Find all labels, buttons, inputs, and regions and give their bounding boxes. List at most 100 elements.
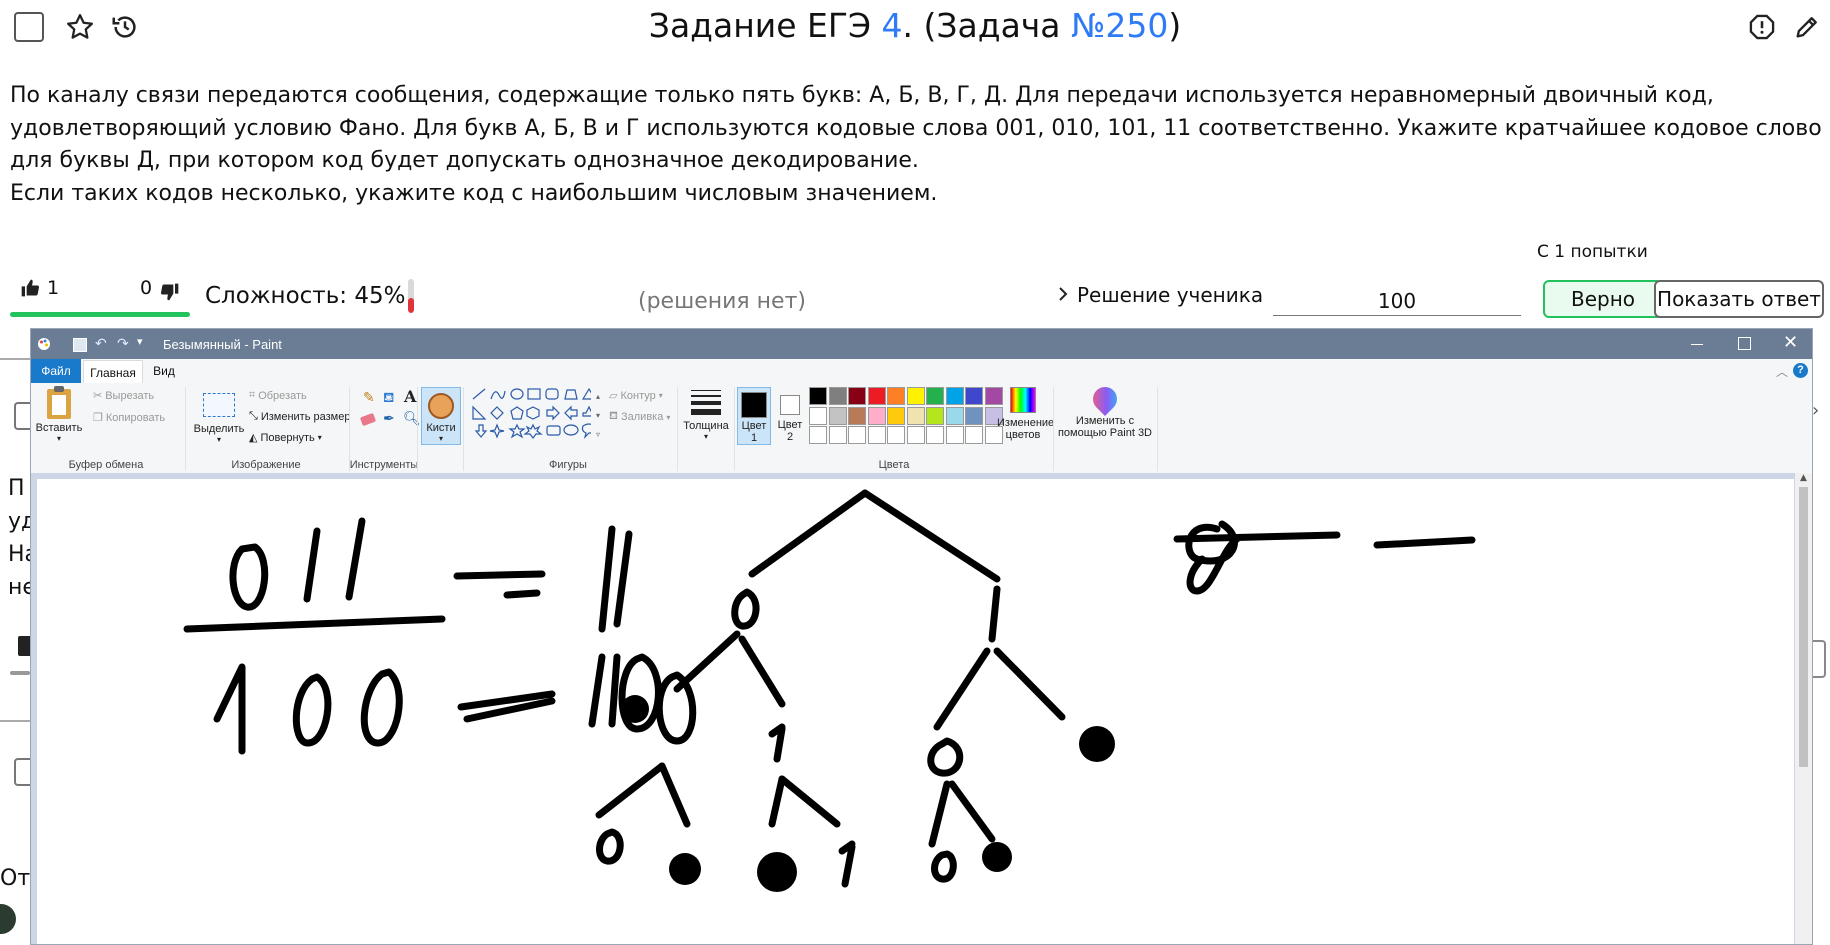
- close-icon[interactable]: ✕: [1783, 332, 1798, 353]
- leaf-000: [596, 828, 624, 865]
- size-label: Толщина: [683, 420, 729, 432]
- fill-bucket-icon[interactable]: ⛾: [383, 389, 394, 408]
- color1-button[interactable]: Цвет 1: [737, 387, 771, 445]
- palette-swatch[interactable]: [926, 406, 944, 425]
- palette-swatch[interactable]: [887, 426, 905, 444]
- report-icon[interactable]: [1745, 10, 1779, 44]
- palette-swatch[interactable]: [945, 387, 964, 405]
- text-tool-icon[interactable]: A: [404, 387, 416, 406]
- quick-undo-icon[interactable]: ↶: [95, 335, 107, 352]
- palette-swatch[interactable]: [887, 406, 905, 425]
- palette-swatch[interactable]: [945, 406, 964, 425]
- scroll-thumb[interactable]: [1799, 487, 1808, 767]
- paint-titlebar[interactable]: ↶ ↷ ▾ Безымянный - Paint ✕: [31, 329, 1812, 359]
- color-picker-icon[interactable]: ✒: [383, 410, 395, 427]
- correct-button[interactable]: Верно: [1543, 280, 1663, 318]
- outline-button[interactable]: ▱ Контур ▾: [609, 389, 663, 403]
- tab-home[interactable]: Главная: [83, 360, 143, 385]
- edge-1-left: [933, 647, 991, 731]
- crop-button[interactable]: ⌗ Обрезать: [249, 389, 307, 402]
- resize-button[interactable]: ⤡ Изменить размер: [249, 410, 350, 423]
- minimize-icon[interactable]: [1691, 338, 1705, 350]
- palette-swatch[interactable]: [828, 426, 847, 444]
- rotate-icon: ◭: [249, 432, 258, 444]
- page-title: Задание ЕГЭ 4. (Задача №250): [0, 6, 1830, 45]
- palette-swatch[interactable]: [906, 426, 925, 444]
- line-width-icon: [691, 390, 721, 415]
- answer-input[interactable]: 100: [1273, 289, 1521, 316]
- thumbs-down-icon[interactable]: [158, 279, 182, 305]
- copy-button[interactable]: ❐ Копировать: [93, 411, 165, 425]
- quick-save-icon[interactable]: [73, 338, 87, 352]
- student-solution-toggle[interactable]: Решение ученика: [1057, 283, 1263, 307]
- palette-swatch[interactable]: [848, 387, 866, 405]
- shapes-gallery[interactable]: [471, 387, 597, 445]
- edit-colors-label-2: цветов: [1005, 429, 1041, 441]
- magnifier-icon[interactable]: 🔍︎: [403, 410, 421, 427]
- brushes-button[interactable]: Кисти ▾: [421, 387, 461, 445]
- vertical-scrollbar[interactable]: ▲: [1795, 473, 1812, 944]
- tab-file[interactable]: Файл: [31, 359, 81, 383]
- scroll-up-icon[interactable]: ▲: [1795, 473, 1812, 483]
- fill-button[interactable]: ⛾ Заливка ▾: [609, 410, 670, 424]
- palette-swatch[interactable]: [809, 406, 827, 425]
- palette-swatch[interactable]: [867, 387, 886, 405]
- palette-swatch[interactable]: [828, 387, 847, 405]
- shapes-scroll-icon[interactable]: ▴ ▾ ▿: [593, 387, 603, 445]
- edit-pencil-icon[interactable]: [1790, 10, 1824, 44]
- palette-swatch[interactable]: [867, 426, 886, 444]
- cut-label: Вырезать: [105, 389, 155, 402]
- palette-swatch[interactable]: [926, 387, 944, 405]
- palette-swatch[interactable]: [945, 426, 964, 444]
- palette-swatch[interactable]: [926, 426, 944, 444]
- ribbon-collapse-icon[interactable]: ︿: [1776, 363, 1788, 380]
- palette-swatch[interactable]: [809, 426, 827, 444]
- maximize-icon[interactable]: [1738, 337, 1751, 350]
- problem-paragraph-2: Если таких кодов несколько, укажите код …: [10, 180, 938, 206]
- palette-swatch[interactable]: [867, 406, 886, 425]
- task-number-link[interactable]: 4: [882, 6, 903, 45]
- palette-swatch[interactable]: [965, 426, 983, 444]
- student-solution-label: Решение ученика: [1077, 283, 1264, 307]
- crop-icon: ⌗: [249, 389, 256, 401]
- background-fab: [0, 904, 16, 934]
- edit-colors-button[interactable]: Изменение цветов: [997, 387, 1054, 445]
- paste-button[interactable]: Вставить ▾: [35, 386, 83, 445]
- problem-number-link[interactable]: №250: [1071, 6, 1168, 45]
- help-icon[interactable]: ?: [1793, 363, 1808, 378]
- palette-swatch[interactable]: [809, 387, 827, 405]
- digit-1-bottom: [213, 663, 246, 755]
- palette-swatch[interactable]: [887, 387, 905, 405]
- palette-swatch[interactable]: [906, 387, 925, 405]
- fill-label: Заливка: [621, 411, 664, 423]
- cut-button[interactable]: ✂ Вырезать: [93, 389, 155, 403]
- tree-root-left: [748, 489, 869, 578]
- palette-swatch[interactable]: [828, 406, 847, 425]
- rotate-button[interactable]: ◭ Повернуть ▾: [249, 431, 322, 445]
- select-button[interactable]: Выделить ▾: [191, 387, 247, 445]
- paint-window[interactable]: ↶ ↷ ▾ Безымянный - Paint ✕ Файл Главная …: [30, 328, 1813, 945]
- tab-view[interactable]: Вид: [145, 359, 183, 383]
- quick-redo-icon[interactable]: ↷: [117, 335, 129, 352]
- node-1: [988, 585, 1001, 643]
- background-bar: [10, 671, 30, 675]
- drawing-canvas[interactable]: [37, 479, 1794, 944]
- palette-swatch[interactable]: [965, 406, 983, 425]
- paint3d-button[interactable]: Изменить с помощью Paint 3D: [1057, 382, 1153, 445]
- palette-swatch[interactable]: [906, 406, 925, 425]
- size-button[interactable]: Толщина ▾: [681, 387, 731, 445]
- digit-1-a: [303, 527, 321, 603]
- palette-swatch[interactable]: [965, 387, 983, 405]
- show-answer-button[interactable]: Показать ответ: [1654, 280, 1824, 318]
- quick-access-dropdown-icon[interactable]: ▾: [137, 335, 143, 348]
- palette-swatch[interactable]: [848, 426, 866, 444]
- edge-01-left: [768, 775, 786, 828]
- color2-button[interactable]: Цвет 2: [775, 387, 805, 445]
- rotate-label: Повернуть: [260, 431, 315, 444]
- palette-swatch[interactable]: [848, 406, 866, 425]
- pencil-icon[interactable]: ✎: [363, 389, 375, 406]
- eraser-icon[interactable]: [359, 412, 377, 427]
- thumbs-up-icon[interactable]: [18, 275, 42, 301]
- problem-paragraph-1: По каналу связи передаются сообщения, со…: [10, 83, 1822, 173]
- digit-0-top: [229, 543, 269, 611]
